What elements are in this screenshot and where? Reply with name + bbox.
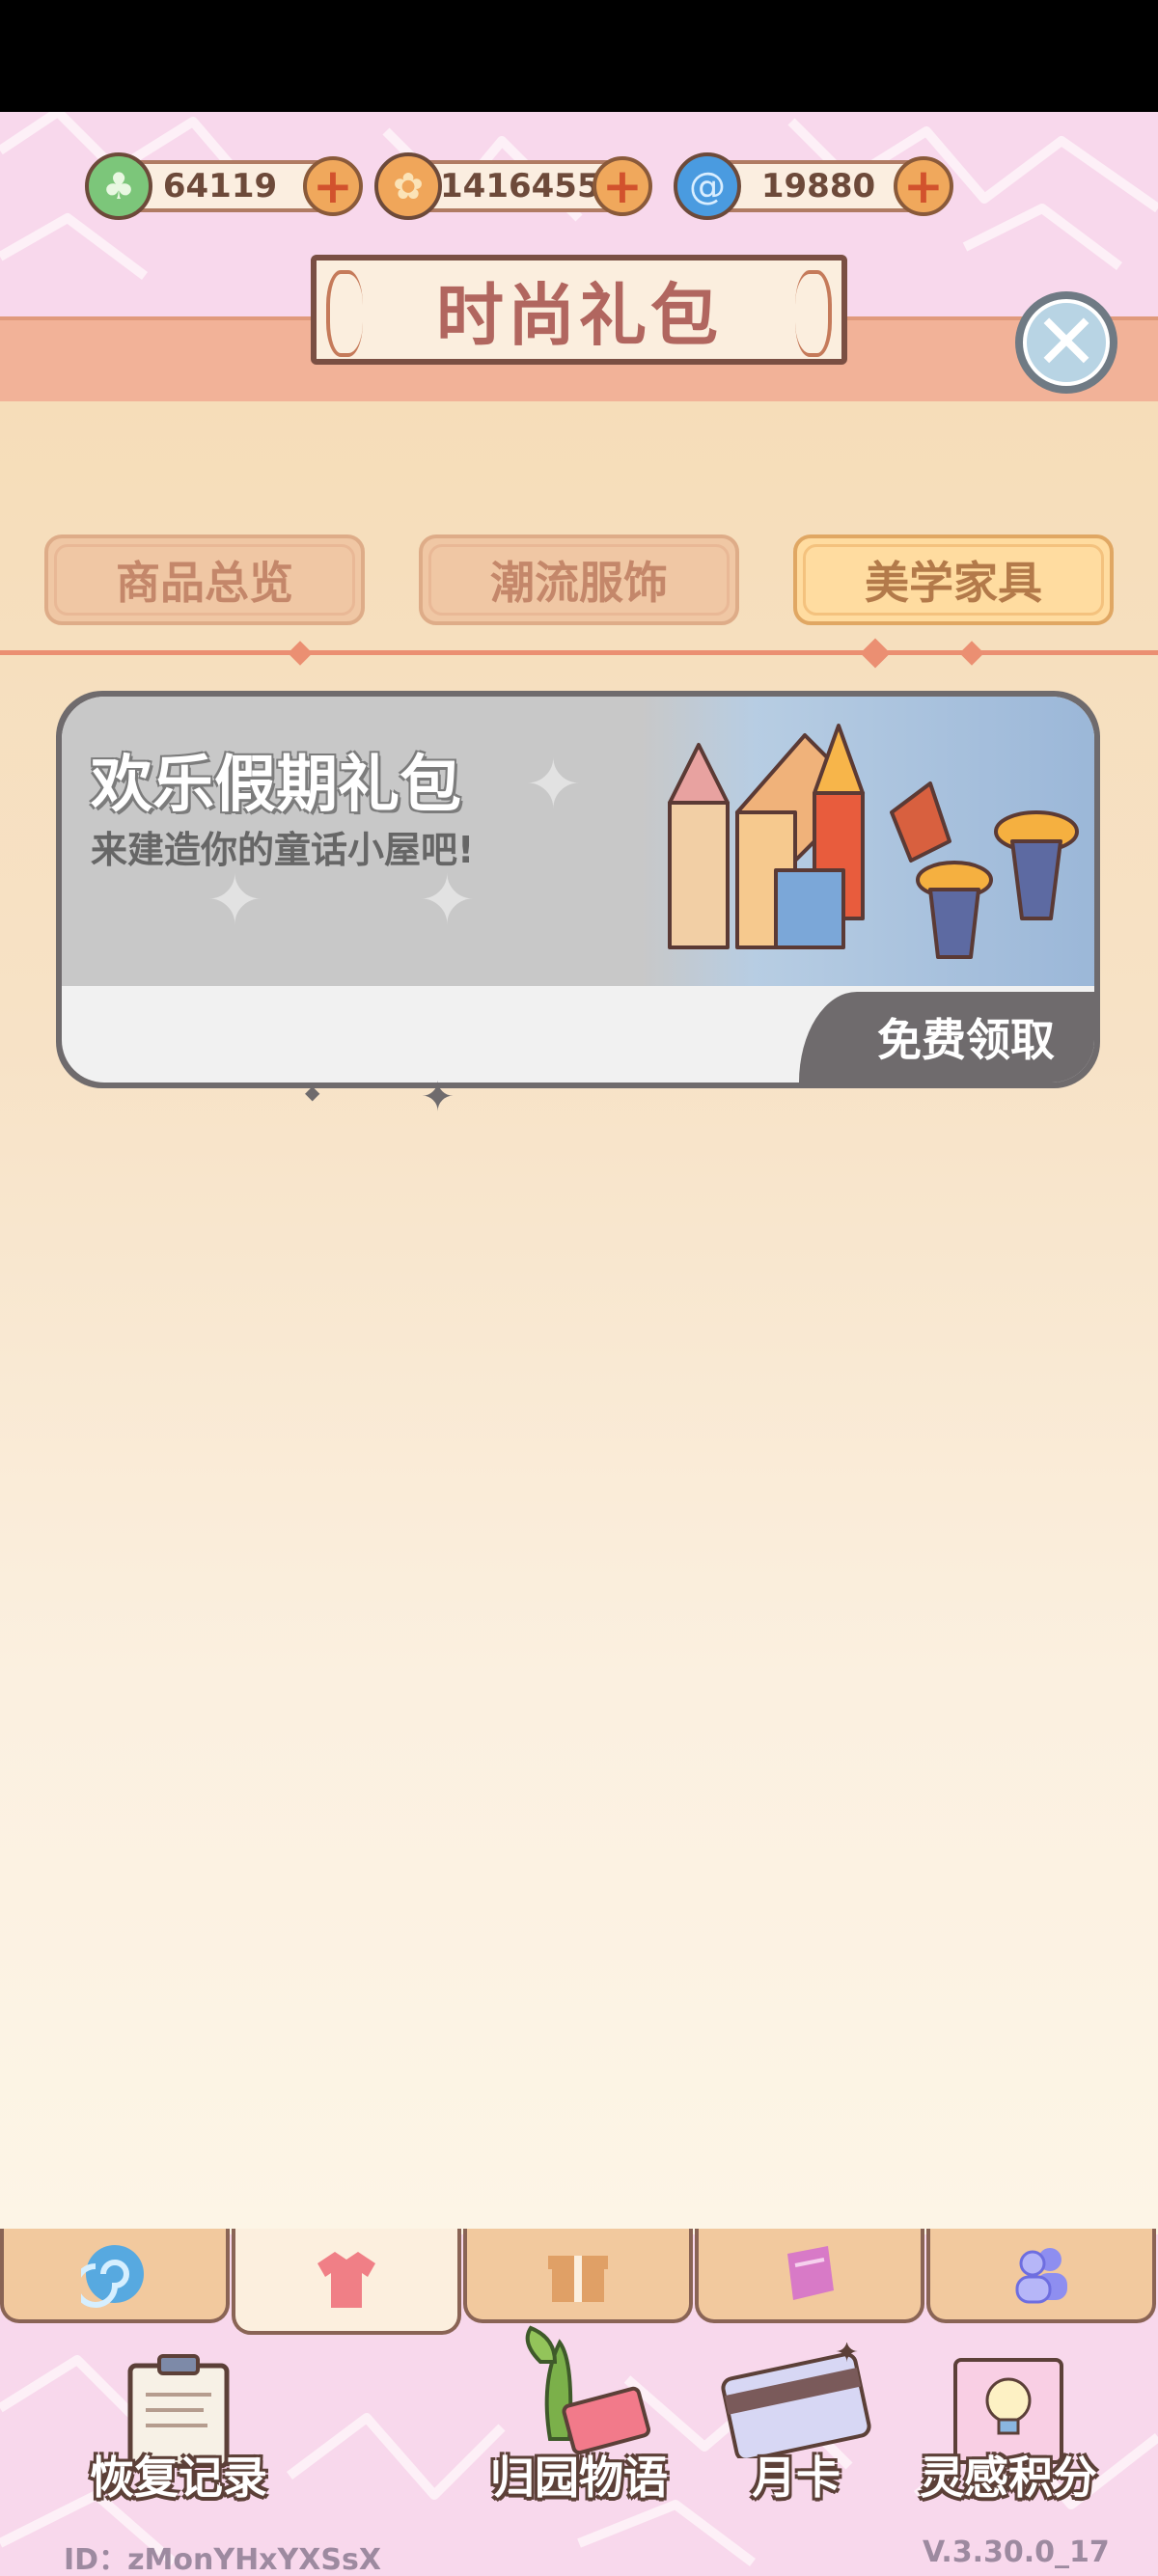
menu-label: 灵感积分 xyxy=(920,2452,1097,2504)
status-bar xyxy=(0,0,1158,112)
currency-amount: 19880 xyxy=(760,167,876,206)
menu-label: 月卡 xyxy=(752,2452,841,2504)
gold-coin-icon: ✿ xyxy=(374,152,442,220)
ticket-plant-icon xyxy=(525,2325,651,2455)
menu-label: 恢复记录 xyxy=(90,2452,267,2504)
tab-furniture[interactable]: 美学家具 xyxy=(793,534,1114,625)
title-plate: 时尚礼包 xyxy=(311,255,847,365)
version-label: V.3.30.0_17 xyxy=(923,2535,1110,2569)
tab-fashion[interactable]: 潮流服饰 xyxy=(419,534,739,625)
menu-label: 归园物语 xyxy=(490,2452,668,2504)
swirl-gem-icon: @ xyxy=(674,152,741,220)
gift-icon xyxy=(548,2256,608,2302)
sparkle-icon: ✦ xyxy=(835,2343,859,2370)
scroll-icon xyxy=(787,2246,834,2300)
page-title: 时尚礼包 xyxy=(436,275,722,355)
currency-amount: 1416455 xyxy=(440,167,600,206)
shirt-icon xyxy=(317,2252,375,2308)
user-id: ID：zMonYHxYXSsX xyxy=(64,2543,381,2576)
tab-gift[interactable] xyxy=(463,2229,693,2323)
gift-card[interactable]: ✦ ✦ ✦ 欢乐假期礼包 来建造你的童话小屋吧! 免费领取 xyxy=(56,691,1100,1088)
currency-leaf: 64119 ♣ + xyxy=(85,152,367,220)
tab-swirl[interactable] xyxy=(0,2229,230,2323)
currency-amount: 64119 xyxy=(162,167,278,206)
add-gem-button[interactable]: + xyxy=(894,156,953,216)
tab-label: 商品总览 xyxy=(116,557,293,609)
close-button[interactable]: ✕ xyxy=(1015,291,1117,394)
menu-inspiration-points[interactable]: 灵感积分 xyxy=(907,2352,1110,2507)
divider-ornament xyxy=(288,641,313,666)
main-panel: 商品总览 潮流服饰 美学家具 ✦ ✦ ✦ 欢乐假期礼包 来建造你的童话小屋吧! … xyxy=(0,401,1158,2234)
add-leaf-button[interactable]: + xyxy=(303,156,363,216)
menu-garden-story[interactable]: 归园物语 xyxy=(473,2325,685,2507)
sparkle-icon: ✦ xyxy=(525,745,582,824)
tab-overview[interactable]: 商品总览 xyxy=(44,534,365,625)
add-gold-button[interactable]: + xyxy=(593,156,652,216)
card-art xyxy=(641,697,1094,986)
tab-shirt[interactable] xyxy=(232,2229,461,2335)
menu-monthly-card[interactable]: ✦ 月卡 xyxy=(714,2343,878,2507)
tab-friends[interactable] xyxy=(926,2229,1156,2323)
tab-scroll[interactable] xyxy=(695,2229,924,2323)
gift-subtitle: 来建造你的童话小屋吧! xyxy=(91,829,475,871)
shop-screen: 64119 ♣ + 1416455 ✿ + 19880 @ + 时尚礼包 ✕ 商… xyxy=(0,112,1158,2576)
swirl-icon xyxy=(81,2245,144,2308)
free-claim-button[interactable]: 免费领取 xyxy=(799,992,1094,1082)
card-icon: ✦ xyxy=(721,2343,871,2458)
tab-label: 潮流服饰 xyxy=(490,557,668,609)
menu-restore-records[interactable]: 恢复记录 xyxy=(68,2352,290,2507)
sparkle-icon: ✦ xyxy=(421,1073,455,1120)
claim-label: 免费领取 xyxy=(877,1014,1055,1066)
close-icon: ✕ xyxy=(1023,299,1110,386)
bottom-tab-bar xyxy=(0,2229,1158,2335)
divider-ornament xyxy=(959,641,984,666)
sparkle-icon: ◆ xyxy=(305,1081,320,1104)
leaf-coin-icon: ♣ xyxy=(85,152,152,220)
currency-gold: 1416455 ✿ + xyxy=(374,152,664,220)
friends-icon xyxy=(1015,2248,1067,2304)
currency-gem: 19880 @ + xyxy=(674,152,963,220)
castle-furniture-illustration xyxy=(668,724,1079,959)
divider-ornament xyxy=(860,638,891,669)
gift-title: 欢乐假期礼包 xyxy=(91,750,461,821)
tab-label: 美学家具 xyxy=(865,557,1042,609)
